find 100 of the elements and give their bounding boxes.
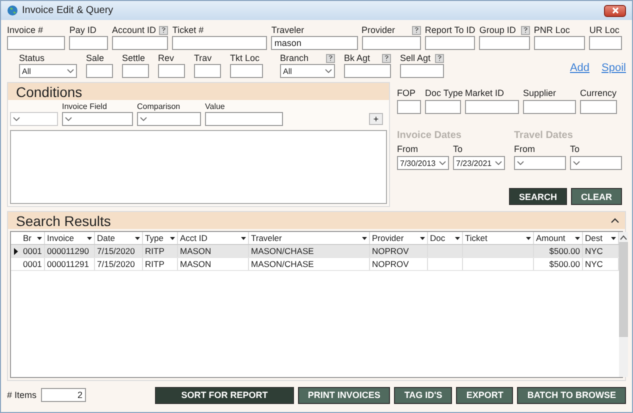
field-label: Rev	[158, 53, 174, 63]
field-label: UR Loc	[589, 25, 620, 35]
field-label: Account ID	[112, 25, 156, 35]
input-field[interactable]	[523, 100, 576, 114]
item-count-field: 2	[40, 388, 86, 402]
add-condition-button[interactable]: +	[369, 113, 383, 125]
dropdown-field[interactable]: All	[19, 64, 77, 78]
field-label: Status	[19, 53, 45, 63]
date-picker[interactable]: 7/30/2013	[397, 156, 449, 170]
sort-arrow-icon	[526, 236, 531, 240]
input-field[interactable]	[465, 100, 519, 114]
input-field[interactable]: mason	[271, 36, 358, 50]
field-label: Bk Agt	[344, 53, 370, 63]
sort-arrow-icon	[37, 236, 42, 240]
field-label: # Items	[7, 390, 37, 400]
input-field[interactable]	[589, 36, 622, 50]
table-row[interactable]: 0001 000011291 7/15/2020 RITP MASON MASON/CHASE NOPROV $500.00 NYC	[11, 258, 619, 271]
field-label: Currency	[580, 88, 617, 100]
section-heading: Travel Dates	[514, 130, 574, 143]
action-button[interactable]: TAG ID'S	[394, 386, 452, 404]
input-field[interactable]	[230, 64, 263, 78]
date-picker[interactable]	[570, 156, 622, 170]
input-field[interactable]	[534, 36, 586, 50]
field-label: Traveler	[271, 25, 304, 35]
action-button[interactable]: PRINT INVOICES	[298, 386, 390, 404]
input-field[interactable]	[172, 36, 268, 50]
help-button[interactable]	[159, 26, 168, 34]
field-label: From	[397, 144, 419, 156]
action-button[interactable]: CLEAR	[571, 188, 622, 205]
help-button[interactable]	[435, 54, 444, 62]
conditions-list[interactable]	[10, 130, 387, 204]
table-cell: NOPROV	[370, 258, 428, 270]
help-button[interactable]	[520, 26, 530, 34]
close-button[interactable]	[604, 4, 626, 16]
dropdown-field[interactable]	[10, 112, 58, 126]
help-button[interactable]	[382, 54, 391, 62]
field-label: Settle	[122, 53, 146, 63]
dropdown-field[interactable]	[137, 112, 201, 126]
field-label: Supplier	[523, 88, 558, 100]
column-header[interactable]: Br	[21, 232, 45, 244]
date-picker[interactable]	[514, 156, 566, 170]
column-header[interactable]: Acct ID	[178, 232, 249, 244]
input-field[interactable]	[122, 64, 149, 78]
field-label: Sell Agt	[400, 53, 431, 63]
link[interactable]: Add	[570, 62, 590, 74]
table-cell: MASON	[178, 258, 249, 270]
column-header[interactable]: Invoice	[45, 232, 95, 244]
panel-title: Conditions	[16, 84, 82, 100]
input-field[interactable]	[205, 112, 283, 126]
table-cell: 7/15/2020	[95, 258, 143, 270]
field-label: Sale	[86, 53, 104, 63]
sort-arrow-icon	[87, 236, 92, 240]
table-cell: $500.00	[534, 245, 583, 257]
action-button[interactable]: SORT FOR REPORT	[155, 386, 294, 404]
dropdown-field[interactable]	[62, 112, 133, 126]
input-field[interactable]	[86, 64, 113, 78]
action-button[interactable]: BATCH TO BROWSE	[517, 386, 626, 404]
table-cell: 000011290	[45, 245, 95, 257]
table-cell: 000011291	[45, 258, 95, 270]
input-field[interactable]	[344, 64, 391, 78]
column-header[interactable]: Type	[143, 232, 178, 244]
field-label: To	[453, 144, 464, 156]
input-field[interactable]	[7, 36, 66, 50]
close-icon	[612, 7, 618, 14]
dropdown-field[interactable]: All	[280, 64, 335, 78]
panel-title: Search Results	[16, 212, 111, 228]
help-button[interactable]	[412, 26, 421, 34]
field-label: Tkt Loc	[230, 53, 260, 63]
input-field[interactable]	[158, 64, 185, 78]
column-header[interactable]: Doc	[428, 232, 463, 244]
action-button[interactable]: SEARCH	[508, 188, 567, 205]
input-field[interactable]	[362, 36, 421, 50]
input-field[interactable]	[424, 36, 476, 50]
column-label: Comparison	[137, 102, 182, 112]
input-field[interactable]	[112, 36, 168, 50]
row-pointer-icon	[14, 248, 18, 254]
input-field[interactable]	[479, 36, 530, 50]
table-cell: NOPROV	[370, 245, 428, 257]
input-field[interactable]	[580, 100, 617, 114]
help-button[interactable]	[326, 54, 335, 62]
input-field[interactable]	[397, 100, 421, 114]
field-label: Ticket #	[172, 25, 204, 35]
input-field[interactable]	[194, 64, 221, 78]
input-field[interactable]	[69, 36, 108, 50]
column-header[interactable]: Ticket	[463, 232, 534, 244]
table-row[interactable]: 0001 000011290 7/15/2020 RITP MASON MASON/CHASE NOPROV $500.00 NYC	[11, 245, 619, 258]
field-label: PNR Loc	[534, 25, 570, 35]
column-header[interactable]: Traveler	[249, 232, 370, 244]
input-field[interactable]	[400, 64, 444, 78]
sort-arrow-icon	[362, 236, 367, 240]
link[interactable]: Spoil	[602, 62, 626, 74]
table-cell: RITP	[143, 258, 178, 270]
scrollbar[interactable]	[619, 232, 628, 377]
column-header[interactable]: Date	[95, 232, 143, 244]
column-header[interactable]: Amount	[534, 232, 583, 244]
column-header[interactable]: Provider	[370, 232, 428, 244]
action-button[interactable]: EXPORT	[456, 386, 514, 404]
date-picker[interactable]: 7/23/2021	[453, 156, 505, 170]
input-field[interactable]	[425, 100, 461, 114]
collapse-icon[interactable]	[611, 218, 619, 223]
